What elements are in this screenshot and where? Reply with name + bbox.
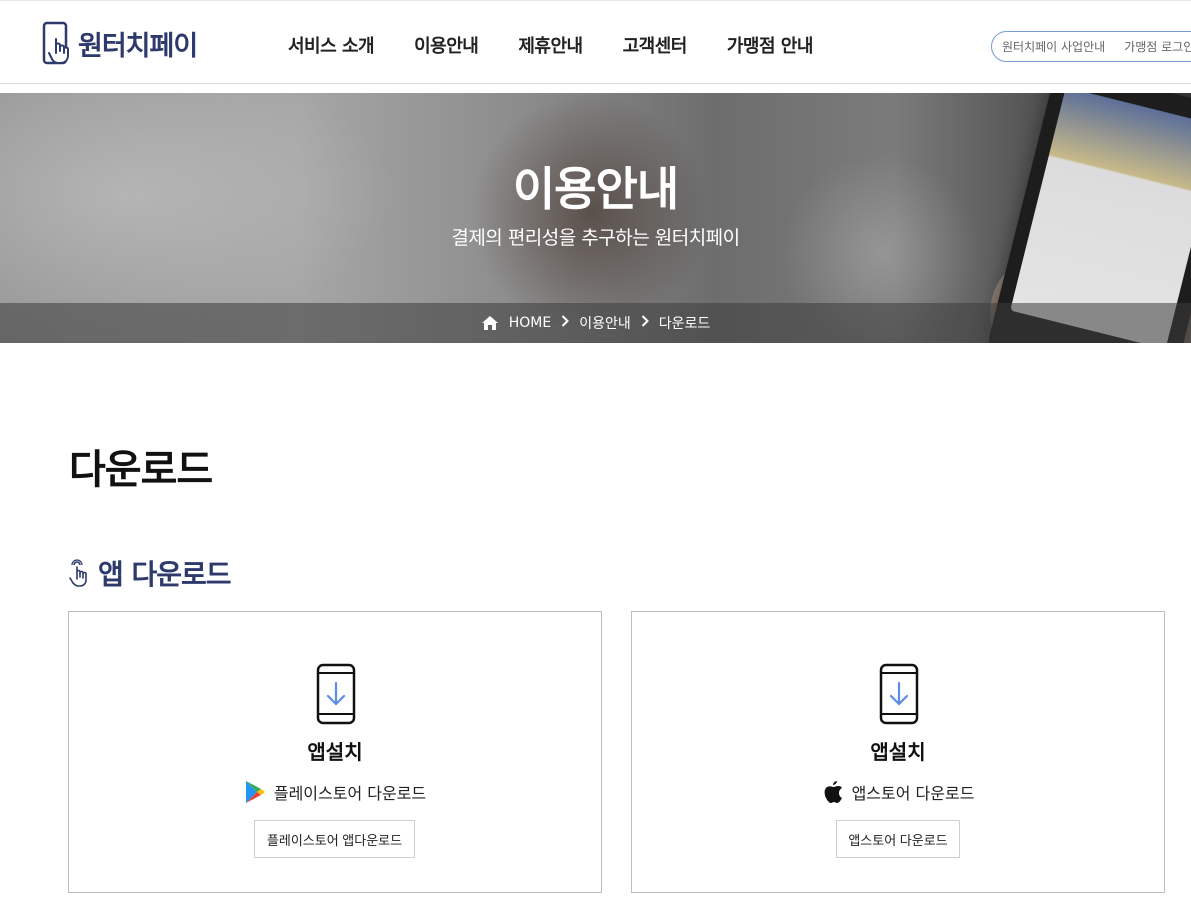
home-icon[interactable] (481, 315, 499, 331)
breadcrumb-usage-guide[interactable]: 이용안내 (579, 313, 631, 333)
touch-hand-icon (69, 559, 87, 587)
card-title: 앱설치 (870, 740, 926, 764)
nav-item-merchant-guide[interactable]: 가맹점 안내 (727, 32, 814, 58)
banner-subtitle: 결제의 편리성을 추구하는 원터치페이 (451, 227, 740, 249)
chevron-right-icon (641, 315, 649, 331)
store-label-line: 앱스토어 다운로드 (632, 780, 1164, 804)
page-title: 다운로드 (69, 447, 213, 493)
site-logo[interactable]: 원터치페이 (42, 21, 198, 65)
nav-item-partnership[interactable]: 제휴안내 (518, 32, 583, 58)
section-title-text: 앱 다운로드 (98, 558, 232, 591)
phone-touch-logo-icon (42, 21, 69, 65)
download-card-playstore: 앱설치 플레이스토어 다운로드 플레이스토어 앱다운로드 (68, 611, 602, 893)
download-card-appstore: 앱설치 앱스토어 다운로드 앱스토어 다운로드 (631, 611, 1165, 893)
util-links: 원터치페이 사업안내 가맹점 로그인 (991, 31, 1191, 62)
breadcrumb-download[interactable]: 다운로드 (659, 313, 711, 333)
playstore-download-button[interactable]: 플레이스토어 앱다운로드 (254, 820, 415, 858)
merchant-login-link[interactable]: 가맹점 로그인 (1124, 38, 1191, 55)
main-nav: 서비스 소개 이용안내 제휴안내 고객센터 가맹점 안내 (288, 32, 853, 58)
store-label: 플레이스토어 다운로드 (273, 784, 427, 803)
banner-title: 이용안내 (512, 162, 679, 216)
business-info-link[interactable]: 원터치페이 사업안내 (1002, 38, 1105, 55)
section-title: 앱 다운로드 (68, 553, 232, 593)
logo-text: 원터치페이 (78, 30, 198, 62)
phone-download-icon (879, 663, 919, 729)
breadcrumb-home[interactable]: HOME (509, 315, 551, 331)
apple-icon (822, 780, 844, 804)
card-title: 앱설치 (307, 740, 363, 764)
store-label-line: 플레이스토어 다운로드 (69, 780, 601, 804)
google-play-icon (244, 780, 266, 804)
nav-item-usage-guide[interactable]: 이용안내 (414, 32, 479, 58)
nav-item-service-intro[interactable]: 서비스 소개 (288, 32, 375, 58)
nav-item-customer-center[interactable]: 고객센터 (623, 32, 688, 58)
hero-banner: 이용안내 결제의 편리성을 추구하는 원터치페이 HOME 이용안내 다운로드 (0, 93, 1191, 343)
breadcrumb: HOME 이용안내 다운로드 (0, 303, 1191, 343)
appstore-download-button[interactable]: 앱스토어 다운로드 (836, 820, 960, 858)
phone-download-icon (316, 663, 356, 729)
chevron-right-icon (561, 315, 570, 331)
site-header: 원터치페이 서비스 소개 이용안내 제휴안내 고객센터 가맹점 안내 원터치페이… (0, 0, 1191, 84)
store-label: 앱스토어 다운로드 (851, 784, 975, 803)
